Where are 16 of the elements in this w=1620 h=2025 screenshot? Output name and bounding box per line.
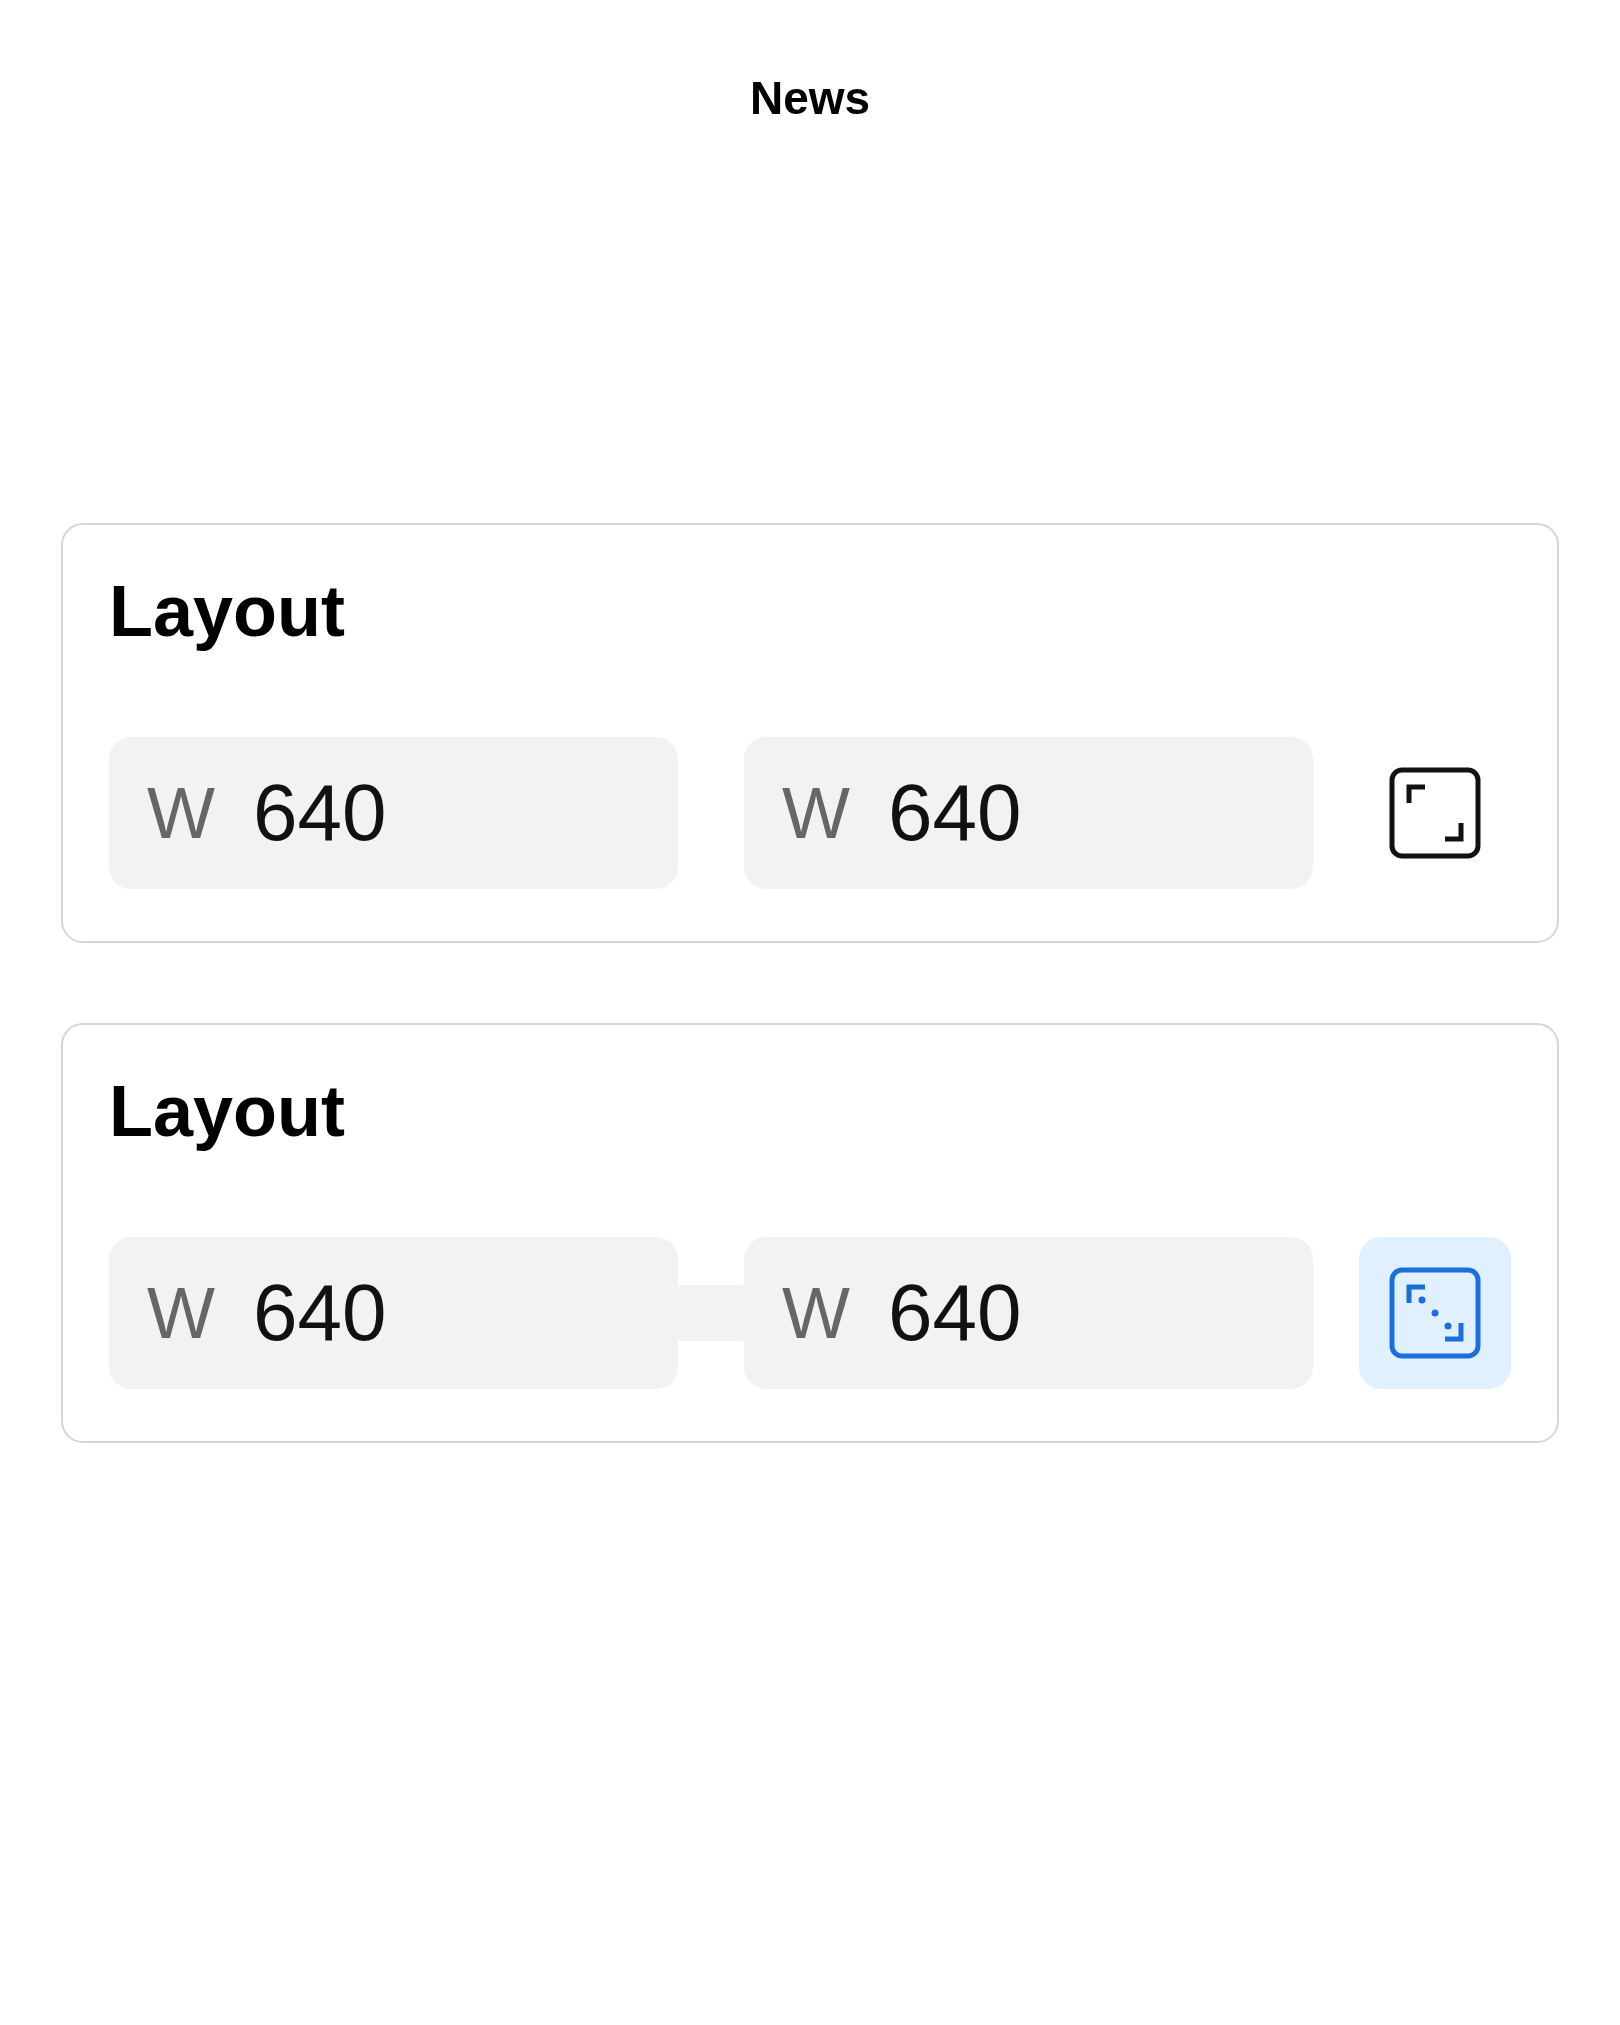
- field-label: W: [147, 1272, 215, 1355]
- width-field[interactable]: W 640: [744, 737, 1313, 889]
- field-label: W: [782, 1272, 850, 1355]
- width-field[interactable]: W 640: [109, 737, 678, 889]
- field-value: 640: [252, 767, 387, 859]
- field-label: W: [147, 772, 215, 855]
- field-value: 640: [887, 767, 1022, 859]
- field-value: 640: [887, 1267, 1022, 1359]
- dotted-expand-icon: [1389, 1267, 1481, 1359]
- width-field[interactable]: W 640: [744, 1237, 1313, 1389]
- expand-icon: [1389, 767, 1481, 859]
- page-title: News: [749, 71, 871, 126]
- field-value: 640: [252, 1267, 387, 1359]
- field-label: W: [782, 772, 850, 855]
- width-field[interactable]: W 640: [109, 1237, 678, 1389]
- expand-toggle[interactable]: [1359, 1237, 1511, 1389]
